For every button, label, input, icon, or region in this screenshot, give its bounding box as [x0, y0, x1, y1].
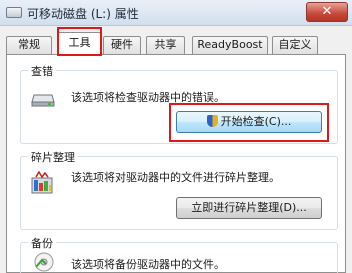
tab-customize[interactable]: 自定义 — [272, 36, 318, 54]
defrag-now-button[interactable]: 立即进行碎片整理(D)... — [176, 197, 322, 219]
tab-readyboost[interactable]: ReadyBoost — [192, 36, 268, 54]
tab-general[interactable]: 常规 — [6, 36, 52, 54]
title-bar: 可移动磁盘 (L:) 属性 ✕ — [0, 0, 352, 26]
tab-hardware[interactable]: 硬件 — [103, 36, 141, 54]
backup-icon — [34, 252, 54, 272]
tab-sharing[interactable]: 共享 — [146, 36, 185, 54]
tab-highlight-box — [57, 27, 102, 56]
defrag-description: 该选项将对驱动器中的文件进行碎片整理。 — [71, 171, 280, 184]
close-button[interactable]: ✕ — [306, 2, 348, 22]
defrag-icon — [31, 171, 53, 194]
drive-icon — [31, 94, 55, 107]
backup-title: 备份 — [28, 235, 56, 251]
drive-icon — [6, 7, 22, 18]
defrag-title: 碎片整理 — [28, 149, 78, 165]
button-highlight-box — [169, 103, 329, 142]
window-title: 可移动磁盘 (L:) 属性 — [27, 7, 139, 21]
error-check-title: 查错 — [28, 63, 56, 79]
backup-description: 该选项将备份驱动器中的文件。 — [71, 258, 225, 271]
